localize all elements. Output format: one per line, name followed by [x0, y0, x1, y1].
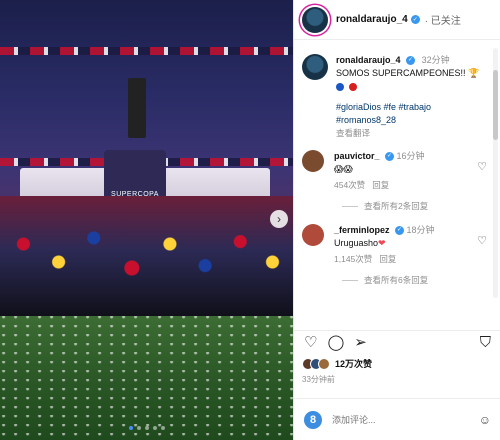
carousel-dot — [160, 426, 165, 430]
commenter-avatar[interactable] — [302, 150, 324, 172]
comment-input[interactable] — [332, 414, 452, 425]
caption-username[interactable]: ronaldaraujo_4 — [336, 55, 401, 65]
scrollbar-thumb[interactable] — [493, 70, 498, 140]
commenter-avatar[interactable] — [302, 224, 324, 246]
caption-time: 32分钟 — [421, 55, 450, 65]
post-caption: ronaldaraujo_4 ✓ 32分钟 SOMOS SUPERCAMPEON… — [294, 48, 500, 140]
bookmark-icon[interactable]: ⛉ — [480, 335, 491, 350]
carousel-dot — [152, 426, 157, 430]
commenter-username[interactable]: pauvictor_ — [334, 151, 380, 161]
red-circle-icon — [348, 82, 357, 91]
post-side-panel: ronaldaraujo_4 ✓ · 已关注 ronaldaraujo_4 ✓ … — [293, 0, 500, 440]
commenter-username[interactable]: _ferminlopez — [334, 225, 390, 235]
verified-icon: ✓ — [385, 152, 395, 162]
comment-like-heart-icon[interactable]: ♡ — [477, 234, 487, 247]
likes-summary[interactable]: 12万次赞 — [302, 357, 372, 370]
comment-icon[interactable]: ◯ — [327, 335, 344, 350]
view-replies-link[interactable]: 查看所有2条回复 — [294, 200, 500, 212]
comment-item: pauvictor_ ✓ 16分钟 😱😱 454次赞 回复 ♡ — [294, 150, 500, 192]
author-avatar[interactable] — [302, 54, 328, 80]
blue-circle-icon — [336, 82, 344, 91]
comments-scrollbar[interactable] — [493, 48, 498, 298]
reply-button[interactable]: 回复 — [379, 254, 396, 264]
posted-time: 33分钟前 — [302, 375, 335, 384]
carousel-dot — [128, 426, 133, 430]
comment-time: 16分钟 — [396, 151, 425, 161]
follow-status[interactable]: · 已关注 — [425, 12, 461, 27]
comment-likes[interactable]: 454次赞 — [334, 180, 365, 190]
like-heart-icon[interactable]: ♡ — [304, 335, 317, 350]
caption-text: SOMOS SUPERCAMPEONES!! 🏆 — [336, 68, 480, 78]
comment-like-heart-icon[interactable]: ♡ — [477, 160, 487, 173]
liker-avatar — [318, 357, 330, 370]
comment-likes[interactable]: 1,145次赞 — [334, 254, 372, 264]
stadium-banner — [0, 47, 293, 55]
current-user-avatar: 8 — [304, 410, 322, 429]
reply-button[interactable]: 回复 — [372, 180, 389, 190]
emoji-icon[interactable]: ☺ — [479, 413, 491, 427]
caption-emoji — [336, 80, 493, 93]
carousel-dots — [0, 426, 293, 430]
caption-hashtags[interactable]: #gloriaDios #fe #trabajo #romanos8_28 — [336, 101, 493, 127]
author-avatar[interactable] — [302, 6, 328, 33]
comments-list[interactable]: ronaldaraujo_4 ✓ 32分钟 SOMOS SUPERCAMPEON… — [294, 48, 500, 320]
comment-item: _ferminlopez ✓ 18分钟 Uruguasho❤ 1,145次赞 回… — [294, 224, 500, 266]
camera-rig — [128, 78, 146, 138]
verified-icon: ✓ — [406, 56, 416, 66]
post-photo[interactable]: SUPERCOPA › — [0, 0, 293, 440]
comment-text: Uruguasho — [334, 238, 379, 248]
red-heart-icon: ❤ — [378, 238, 386, 248]
post-header: ronaldaraujo_4 ✓ · 已关注 — [294, 0, 500, 40]
verified-icon: ✓ — [395, 226, 405, 236]
pitch-confetti — [0, 316, 293, 440]
comment-text: 😱😱 — [334, 164, 353, 174]
likes-count[interactable]: 12万次赞 — [335, 357, 372, 370]
comment-composer: 8 ☺ — [294, 398, 500, 440]
team-players — [0, 196, 293, 316]
post-actions-bar: ♡ ◯ ➢ ⛉ — [294, 330, 500, 354]
verified-icon: ✓ — [410, 15, 420, 24]
next-photo-button[interactable]: › — [270, 210, 288, 228]
carousel-dot — [136, 426, 141, 430]
view-replies-link[interactable]: 查看所有6条回复 — [294, 274, 500, 286]
send-icon[interactable]: ➢ — [354, 335, 367, 350]
comment-time: 18分钟 — [406, 225, 435, 235]
carousel-dot — [144, 426, 149, 430]
see-translation-link[interactable]: 查看翻译 — [336, 127, 493, 140]
author-username[interactable]: ronaldaraujo_4 — [336, 14, 408, 25]
